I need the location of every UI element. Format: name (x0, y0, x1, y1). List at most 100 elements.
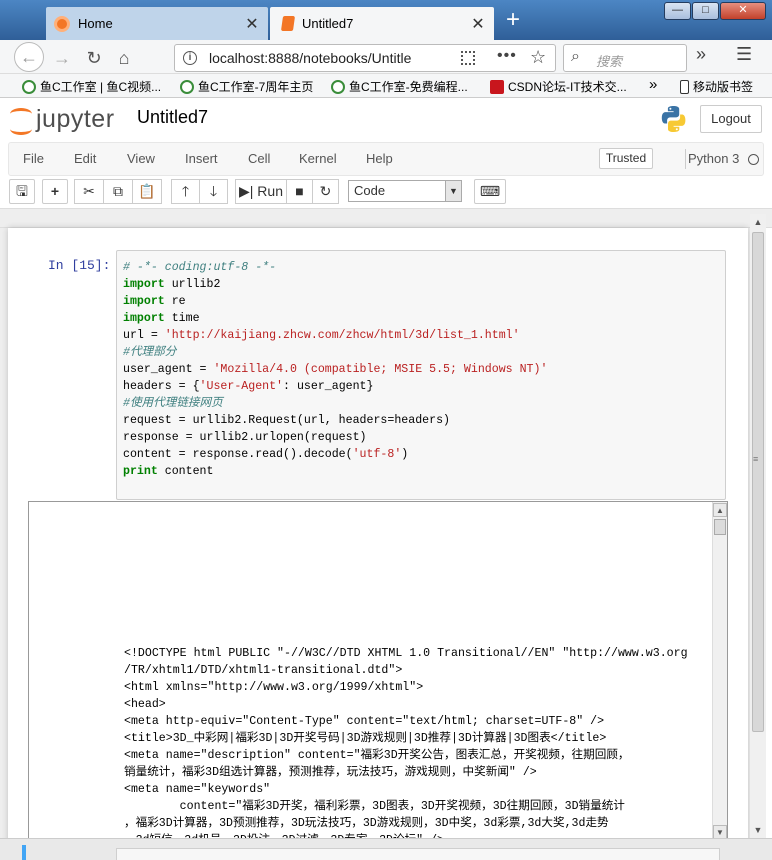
code-cell-editor[interactable]: # -*- coding:utf-8 -*- import urllib2 impo… (116, 250, 726, 500)
bookmark-item[interactable]: 移动版书签 (680, 78, 753, 95)
hamburger-menu-icon[interactable]: ☰ (736, 44, 752, 65)
search-placeholder: 搜索 (596, 54, 623, 69)
input-prompt: In [15]: (48, 258, 111, 273)
notebook-area: In [15]: # -*- coding:utf-8 -*- import ur… (0, 228, 750, 860)
cell-type-select[interactable]: Code ▼ (348, 180, 462, 202)
tab-close-icon[interactable]: ✕ (244, 14, 260, 34)
jupyter-wordmark: jupyter (36, 105, 115, 133)
kernel-status-icon (748, 154, 759, 165)
code-token: urllib2 (164, 278, 221, 291)
cut-icon[interactable]: ✂ (74, 179, 104, 204)
csdn-favicon-icon (490, 79, 504, 94)
back-arrow-icon[interactable]: ← (14, 42, 44, 72)
kernel-name[interactable]: Python 3 (688, 151, 739, 166)
code-line: import urllib2 (123, 276, 547, 293)
code-text[interactable]: # -*- coding:utf-8 -*- import urllib2 impo… (123, 259, 547, 480)
output-line: <meta name="description" content="福彩3D开奖… (124, 749, 630, 762)
keyboard-icon[interactable]: ⌨ (474, 179, 506, 204)
insert-cell-icon[interactable]: + (42, 179, 68, 204)
move-up-icon[interactable]: 🡑 (171, 179, 200, 204)
code-token: ) (401, 448, 409, 461)
more-actions-icon[interactable]: ••• (497, 47, 517, 65)
toolbar-overflow-icon[interactable]: » (696, 44, 706, 65)
tab-untitled7[interactable]: Untitled7 ✕ (270, 7, 494, 40)
code-line: import time (123, 310, 547, 327)
output-line: <meta name="keywords" (124, 783, 271, 796)
bookmark-favicon-icon (22, 79, 36, 94)
jupyter-logo[interactable]: jupyter (10, 105, 115, 135)
forward-arrow-icon[interactable]: → (48, 44, 76, 72)
code-token: 'utf-8' (352, 448, 402, 461)
output-scrollbar[interactable]: ▲ ▼ (712, 502, 727, 840)
copy-icon[interactable]: ⧉ (103, 179, 133, 204)
jupyter-orbit-icon (10, 106, 32, 135)
bookmark-star-icon[interactable]: ☆ (530, 47, 546, 68)
menu-cell[interactable]: Cell (248, 151, 270, 166)
scroll-down-icon[interactable]: ▼ (713, 825, 727, 839)
new-tab-button[interactable]: + (500, 8, 526, 34)
close-window-button[interactable]: ✕ (720, 2, 766, 20)
notebook-favicon-icon (280, 16, 296, 31)
save-icon[interactable]: 🖫 (9, 179, 35, 204)
run-icon: ▶| (239, 183, 254, 199)
scroll-up-icon[interactable]: ▲ (713, 503, 727, 517)
code-line: import re (123, 293, 547, 310)
url-bar[interactable]: i localhost:8888/notebooks/Untitle ••• ☆ (174, 44, 556, 72)
header-divider (0, 208, 772, 228)
menu-edit[interactable]: Edit (74, 151, 96, 166)
info-icon[interactable]: i (183, 51, 197, 65)
maximize-button[interactable]: □ (692, 2, 719, 20)
bookmarks-overflow-button[interactable]: » (649, 76, 657, 93)
search-box[interactable]: ⌕ 搜索 (563, 44, 687, 72)
bookmark-item[interactable]: 鱼C工作室-免费编程... (331, 78, 468, 95)
selected-cell-marker (22, 845, 26, 860)
interrupt-icon[interactable]: ■ (286, 179, 313, 204)
kernel-divider (685, 149, 686, 169)
jupyter-header: jupyter Untitled7 Logout (0, 98, 772, 142)
mobile-device-icon (680, 79, 689, 94)
code-line: url = 'http://kaijiang.zhcw.com/zhcw/htm… (123, 327, 547, 344)
scroll-down-icon[interactable]: ▼ (750, 822, 766, 838)
scroll-up-icon[interactable]: ▲ (750, 214, 766, 230)
logout-button[interactable]: Logout (700, 105, 762, 133)
home-icon[interactable]: ⌂ (110, 44, 138, 72)
tab-home[interactable]: Home ✕ (46, 7, 268, 40)
code-token: re (164, 295, 186, 308)
menu-help[interactable]: Help (366, 151, 393, 166)
restart-icon[interactable]: ↻ (312, 179, 339, 204)
page-scroll-thumb[interactable] (752, 232, 764, 732)
notebook-page: In [15]: # -*- coding:utf-8 -*- import ur… (8, 228, 748, 860)
trusted-indicator[interactable]: Trusted (599, 148, 653, 169)
bookmark-item[interactable]: 鱼C工作室-7周年主页 (180, 78, 313, 95)
code-token: request = urllib2.Request(url, headers=h… (123, 414, 450, 427)
code-token: # -*- coding:utf-8 -*- (123, 261, 277, 274)
code-token: response = urllib2.urlopen(request) (123, 431, 367, 444)
menu-file[interactable]: File (23, 151, 44, 166)
tab-close-icon[interactable]: ✕ (470, 14, 486, 34)
url-text[interactable]: localhost:8888/notebooks/Untitle (209, 50, 429, 66)
move-down-icon[interactable]: 🡓 (199, 179, 228, 204)
output-scroll-thumb[interactable] (714, 519, 726, 535)
output-line: <head> (124, 698, 166, 711)
code-token: url = (123, 329, 165, 342)
qr-code-icon[interactable] (461, 51, 475, 65)
tab-title: Home (78, 16, 113, 31)
notebook-toolbar: 🖫 + ✂ ⧉ 📋 🡑 🡓 ▶| Run ■ ↻ Code ▼ ⌨ (8, 176, 764, 208)
output-text: <!DOCTYPE html PUBLIC "-//W3C//DTD XHTML… (124, 645, 704, 840)
next-code-cell[interactable] (116, 848, 720, 860)
browser-navbar: ← → ↻ ⌂ i localhost:8888/notebooks/Untit… (0, 40, 772, 74)
code-token: content (157, 465, 214, 478)
page-scrollbar[interactable]: ▲ ≡ ▼ (750, 214, 766, 838)
reload-icon[interactable]: ↻ (80, 44, 108, 72)
bookmark-item[interactable]: 鱼C工作室 | 鱼C视频... (22, 78, 161, 95)
menu-kernel[interactable]: Kernel (299, 151, 337, 166)
output-area[interactable]: <!DOCTYPE html PUBLIC "-//W3C//DTD XHTML… (28, 501, 728, 841)
notebook-name[interactable]: Untitled7 (137, 107, 208, 128)
menu-view[interactable]: View (127, 151, 155, 166)
run-button[interactable]: ▶| Run (235, 179, 287, 204)
minimize-button[interactable]: — (664, 2, 691, 20)
menu-insert[interactable]: Insert (185, 151, 218, 166)
paste-icon[interactable]: 📋 (132, 179, 162, 204)
bookmark-item[interactable]: CSDN论坛-IT技术交... (490, 78, 627, 95)
search-icon: ⌕ (571, 48, 580, 65)
